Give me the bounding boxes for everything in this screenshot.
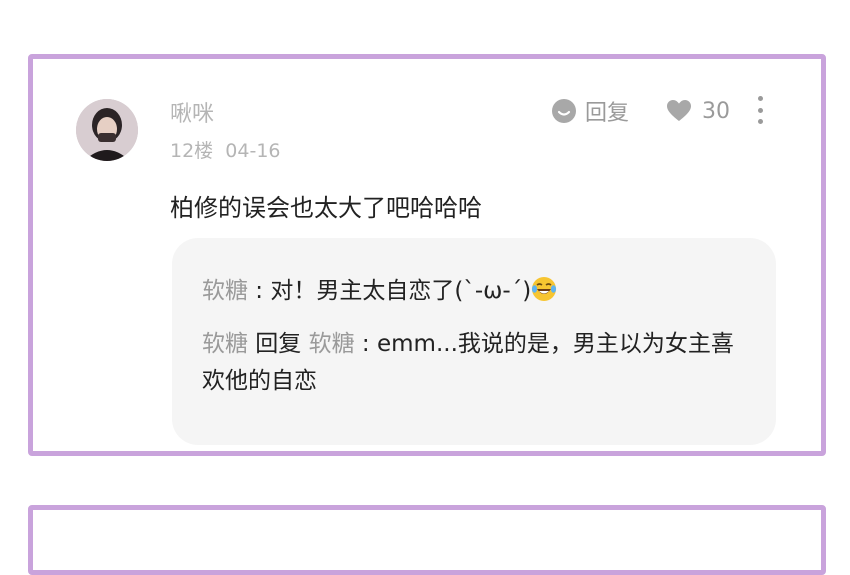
reply-text: 对！男主太自恋了(`-ω-´)	[270, 278, 532, 304]
more-options-button[interactable]	[752, 94, 768, 126]
next-comment-card	[28, 505, 826, 575]
reply-author[interactable]: 软糖	[202, 278, 248, 304]
reply-separator: :	[354, 331, 377, 357]
more-dot-icon	[757, 107, 763, 113]
reply-item[interactable]: 软糖 : 对！男主太自恋了(`-ω-´)	[202, 273, 742, 310]
avatar-image	[76, 99, 138, 161]
heart-icon	[667, 100, 691, 121]
laughing-tears-emoji-icon	[532, 277, 557, 301]
comment-text: 柏修的误会也太大了吧哈哈哈	[170, 194, 482, 222]
comment-meta: 12楼 04-16	[170, 136, 281, 163]
like-button[interactable]: 30	[666, 96, 730, 126]
floor-number: 12楼	[170, 140, 214, 162]
reply-label: 回复	[585, 101, 630, 126]
reply-word: 回复	[248, 331, 309, 357]
reply-button[interactable]: 回复	[551, 96, 629, 126]
reply-target[interactable]: 软糖	[309, 331, 355, 357]
reply-author[interactable]: 软糖	[202, 331, 248, 357]
reply-item[interactable]: 软糖 回复 软糖 : emm...我说的是，男主以为女主喜欢他的自恋	[202, 326, 742, 400]
reply-icon	[552, 99, 576, 123]
more-dot-icon	[757, 119, 763, 124]
like-count: 30	[702, 98, 730, 124]
more-dot-icon	[757, 96, 763, 101]
replies-box[interactable]: 软糖 : 对！男主太自恋了(`-ω-´) 软糖 回复 软糖 : emm...我说…	[172, 238, 776, 445]
avatar[interactable]	[76, 99, 138, 161]
username[interactable]: 啾咪	[170, 96, 214, 128]
comment-date: 04-16	[225, 140, 281, 162]
reply-separator: :	[248, 278, 271, 304]
